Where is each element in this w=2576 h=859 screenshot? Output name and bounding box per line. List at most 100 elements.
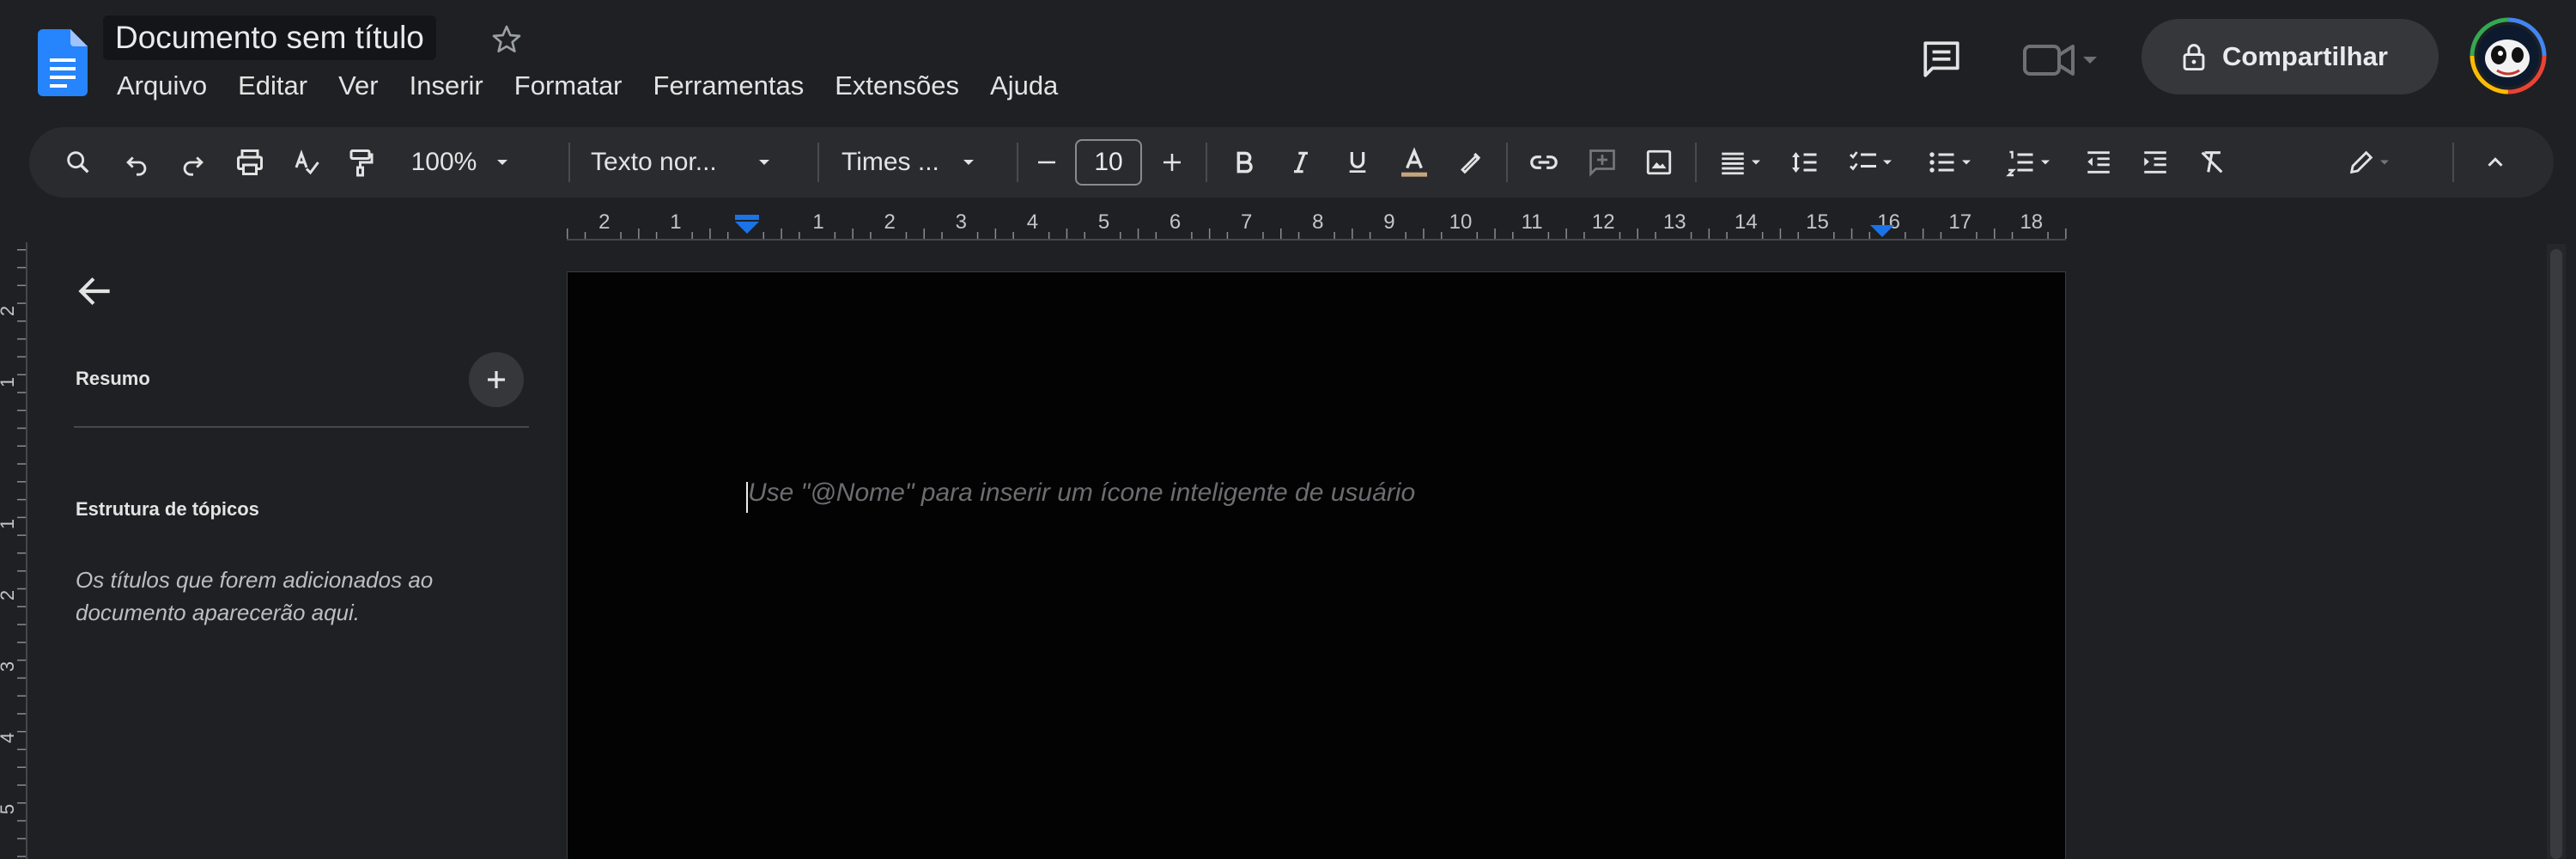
ruler-tick [1494, 228, 1496, 239]
ruler-tick [1868, 232, 1871, 239]
ruler-tick [834, 232, 836, 239]
menu-ferramentas[interactable]: Ferramentas [638, 67, 820, 105]
bold-button[interactable] [1223, 127, 1266, 198]
ruler-number: 6 [1170, 210, 1181, 234]
increase-indent-button[interactable] [2131, 127, 2179, 198]
highlight-button[interactable] [1449, 127, 1492, 198]
line-spacing-icon [1792, 152, 1817, 173]
ruler-tick [709, 228, 711, 239]
star-icon[interactable] [489, 22, 524, 57]
ruler-number: 12 [1592, 210, 1615, 234]
toolbar-separator [1206, 143, 1207, 182]
minus-icon [1038, 161, 1055, 164]
font-family-select[interactable]: Times ... [841, 127, 996, 198]
clear-formatting-button[interactable] [2188, 127, 2236, 198]
increase-font-size-button[interactable] [1151, 127, 1194, 198]
ruler-tick [1619, 232, 1621, 239]
align-button[interactable] [1709, 127, 1774, 198]
add-comment-button[interactable] [1578, 127, 1626, 198]
ruler-tick [1779, 228, 1782, 239]
clear-formatting-icon [2201, 151, 2223, 174]
add-summary-button[interactable] [469, 352, 524, 407]
spellcheck-icon [295, 149, 319, 175]
editing-mode-icon [2349, 150, 2373, 174]
vruler-tick [17, 356, 26, 358]
plus-icon [488, 371, 505, 388]
menu-editar[interactable]: Editar [222, 67, 323, 105]
menu-inserir[interactable]: Inserir [394, 67, 499, 105]
horizontal-ruler[interactable]: 2 1 1 2 3 4 5 6 7 8 9 10 11 12 13 14 15 16 17 18 [0, 210, 2576, 242]
vruler-tick [17, 445, 26, 448]
redo-button[interactable] [172, 127, 215, 198]
spellcheck-button[interactable] [285, 127, 328, 198]
menu-formatar[interactable]: Formatar [499, 67, 638, 105]
back-arrow-icon[interactable] [74, 270, 117, 313]
ruler-tick [1208, 228, 1211, 239]
scrollbar-thumb[interactable] [2550, 249, 2562, 859]
font-size-input[interactable]: 10 [1075, 139, 1142, 186]
checklist-button[interactable] [1838, 127, 1906, 198]
decrease-font-size-button[interactable] [1025, 127, 1068, 198]
ruler-number: 2 [598, 210, 610, 234]
vruler-tick [17, 838, 26, 840]
print-button[interactable] [228, 127, 271, 198]
text-color-button[interactable] [1393, 127, 1436, 198]
vruler-number: 5 [0, 804, 18, 814]
ruler-tick [1708, 228, 1710, 239]
ruler-tick [1297, 232, 1300, 239]
vruler-tick [17, 856, 26, 857]
ruler-tick [726, 232, 729, 239]
insert-image-button[interactable] [1635, 127, 1683, 198]
checklist-icon [1850, 151, 1876, 171]
undo-button[interactable] [115, 127, 158, 198]
ruler-tick [1137, 228, 1139, 239]
collapse-toolbar-button[interactable] [2470, 127, 2521, 198]
menu-ver[interactable]: Ver [323, 67, 394, 105]
line-spacing-button[interactable] [1781, 127, 1829, 198]
bullet-list-button[interactable] [1917, 127, 1985, 198]
ruler-tick [1191, 232, 1193, 239]
left-indent-marker[interactable] [735, 215, 759, 220]
numbered-list-button[interactable] [1996, 127, 2064, 198]
menu-extensoes[interactable]: Extensões [819, 67, 975, 105]
zoom-select[interactable]: 100% [402, 127, 522, 198]
ruler-number: 1 [812, 210, 823, 234]
ruler-number: 17 [1948, 210, 1971, 234]
ruler-tick [1066, 228, 1068, 239]
smart-chip-placeholder[interactable]: Use "@Nome" para inserir um ícone inteli… [748, 478, 1415, 508]
paragraph-style-select[interactable]: Texto nor... [591, 127, 797, 198]
comment-icon[interactable] [1920, 38, 1963, 81]
print-icon [237, 149, 263, 175]
vruler-baseline [26, 242, 27, 859]
document-title[interactable]: Documento sem título [103, 15, 436, 60]
vruler-tick [17, 409, 26, 411]
docs-logo-icon[interactable] [38, 29, 88, 96]
vruler-tick [17, 695, 26, 697]
paint-format-button[interactable] [340, 127, 383, 198]
vertical-ruler[interactable]: 2 1 1 2 3 4 5 [0, 242, 27, 859]
document-page[interactable]: Use "@Nome" para inserir um ícone inteli… [567, 271, 2066, 859]
chevron-down-icon [2041, 160, 2050, 165]
meet-icon[interactable] [2021, 38, 2099, 81]
zoom-value: 100% [410, 148, 477, 176]
insert-link-button[interactable] [1520, 127, 1568, 198]
decrease-indent-button[interactable] [2075, 127, 2123, 198]
ruler-tick [1262, 232, 1264, 239]
underline-button[interactable] [1336, 127, 1379, 198]
first-line-indent-marker[interactable] [735, 222, 759, 234]
vruler-tick [17, 784, 26, 786]
menu-arquivo[interactable]: Arquivo [101, 67, 222, 105]
editing-mode-button[interactable] [2336, 127, 2404, 198]
search-menus-button[interactable] [57, 127, 100, 198]
menu-ajuda[interactable]: Ajuda [975, 67, 1073, 105]
ruler-number: 7 [1241, 210, 1252, 234]
italic-button[interactable] [1279, 127, 1322, 198]
outline-empty-hint: Os títulos que forem adicionados ao docu… [76, 567, 434, 625]
ruler-number: 2 [884, 210, 896, 234]
vruler-tick [17, 748, 26, 751]
avatar[interactable] [2470, 17, 2547, 94]
share-button[interactable]: Compartilhar [2142, 19, 2439, 94]
align-icon [1722, 152, 1744, 175]
italic-icon [1294, 151, 1308, 174]
highlight-icon [1461, 152, 1481, 174]
